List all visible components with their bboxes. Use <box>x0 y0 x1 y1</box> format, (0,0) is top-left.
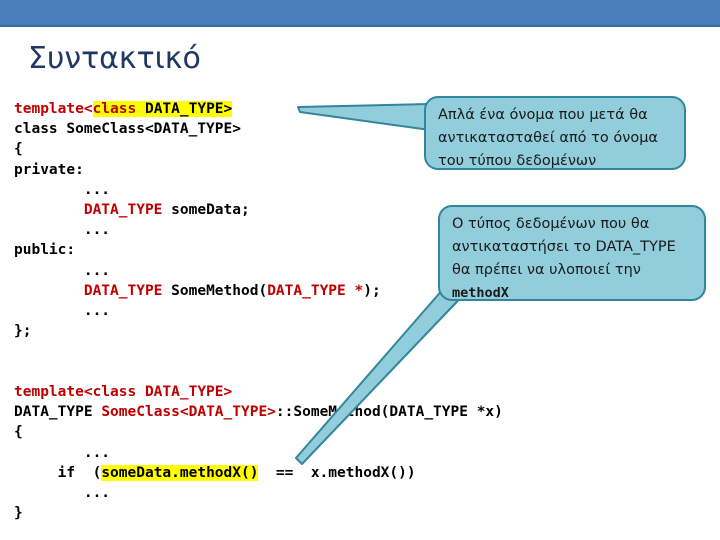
code-bottom-line: ... <box>14 483 503 503</box>
code-token: ... <box>14 222 111 239</box>
code-token: DATA_TYPE * <box>267 282 364 299</box>
code-token: == x.methodX()) <box>258 464 416 481</box>
code-token: ::SomeMethod(DATA_TYPE *x) <box>275 404 503 421</box>
code-bottom-line: } <box>14 503 503 523</box>
code-top-line: DATA_TYPE someData; <box>14 200 381 220</box>
code-top-line: ... <box>14 180 381 200</box>
code-block-method-definition: template<class DATA_TYPE> DATA_TYPE SomeC… <box>14 382 503 523</box>
code-top-line: private: <box>14 160 381 180</box>
code-top-line: template<class DATA_TYPE> <box>14 99 381 119</box>
code-token: DATA_TYPE <box>83 201 163 218</box>
code-token: DATA_TYPE <box>14 404 102 421</box>
code-bottom-line: DATA_TYPE SomeClass<DATA_TYPE>::SomeMeth… <box>14 402 503 422</box>
code-token: ... <box>14 302 111 319</box>
code-token: template<class DATA_TYPE> <box>14 384 233 400</box>
callout-data-type-requirement: Ο τύπος δεδομένων που θα αντικαταστήσει τ… <box>438 205 706 301</box>
code-token: { <box>14 141 23 158</box>
callout-line: Απλά ένα όνομα που μετά θα <box>438 107 648 123</box>
code-bottom-line: { <box>14 422 503 442</box>
code-top-line: DATA_TYPE SomeMethod(DATA_TYPE *); <box>14 281 381 301</box>
callout-line: αντικαταστήσει το DATA_TYPE <box>452 239 676 255</box>
code-block-class-template: template<class DATA_TYPE>class SomeClass… <box>14 99 381 341</box>
code-token: template< <box>14 101 93 117</box>
code-token: SomeClass<DATA_TYPE> <box>101 404 276 421</box>
code-token-highlighted: someData.methodX() <box>101 464 259 481</box>
callout-line: του τύπου δεδομένων <box>438 153 597 169</box>
code-token: ... <box>14 262 111 279</box>
code-token: { <box>14 424 23 441</box>
code-bottom-line: if (someData.methodX() == x.methodX()) <box>14 463 503 483</box>
callout-line: θα πρέπει να υλοποιεί την <box>452 262 641 278</box>
page-title: Συντακτικό <box>28 41 201 76</box>
code-token: someData; <box>162 201 250 218</box>
code-top-line: public: <box>14 240 381 260</box>
code-top-line: { <box>14 139 381 159</box>
code-token: ... <box>14 484 111 501</box>
callout-line: αντικατασταθεί από το όνομα <box>438 130 658 146</box>
code-token: }; <box>14 323 32 340</box>
callout-line: Ο τύπος δεδομένων που θα <box>452 216 650 232</box>
callout-data-type-name: Απλά ένα όνομα που μετά θα αντικατασταθεί… <box>424 96 686 170</box>
code-top-line: ... <box>14 261 381 281</box>
slide-canvas: Συντακτικό template<class DATA_TYPE> clas… <box>0 0 720 540</box>
code-token-highlighted: class <box>92 101 145 117</box>
code-bottom-line: ... <box>14 443 503 463</box>
code-token: public: <box>14 242 76 259</box>
callout-line: methodX <box>452 285 509 301</box>
top-banner <box>0 0 720 27</box>
code-token: ... <box>14 181 111 198</box>
code-token: ); <box>363 282 381 299</box>
code-top-line: ... <box>14 220 381 240</box>
code-bottom-line: template<class DATA_TYPE> <box>14 382 503 402</box>
code-token: SomeMethod( <box>162 282 268 299</box>
code-top-line: }; <box>14 321 381 341</box>
code-token: } <box>14 505 23 522</box>
code-top-line: ... <box>14 301 381 321</box>
code-token: DATA_TYPE <box>83 282 163 299</box>
code-token-highlighted: DATA_TYPE> <box>144 101 233 117</box>
code-token: private: <box>14 161 84 178</box>
code-token: ... <box>14 444 111 461</box>
code-token: class SomeClass<DATA_TYPE> <box>14 121 241 138</box>
code-token: if ( <box>14 464 102 481</box>
code-top-line: class SomeClass<DATA_TYPE> <box>14 119 381 139</box>
